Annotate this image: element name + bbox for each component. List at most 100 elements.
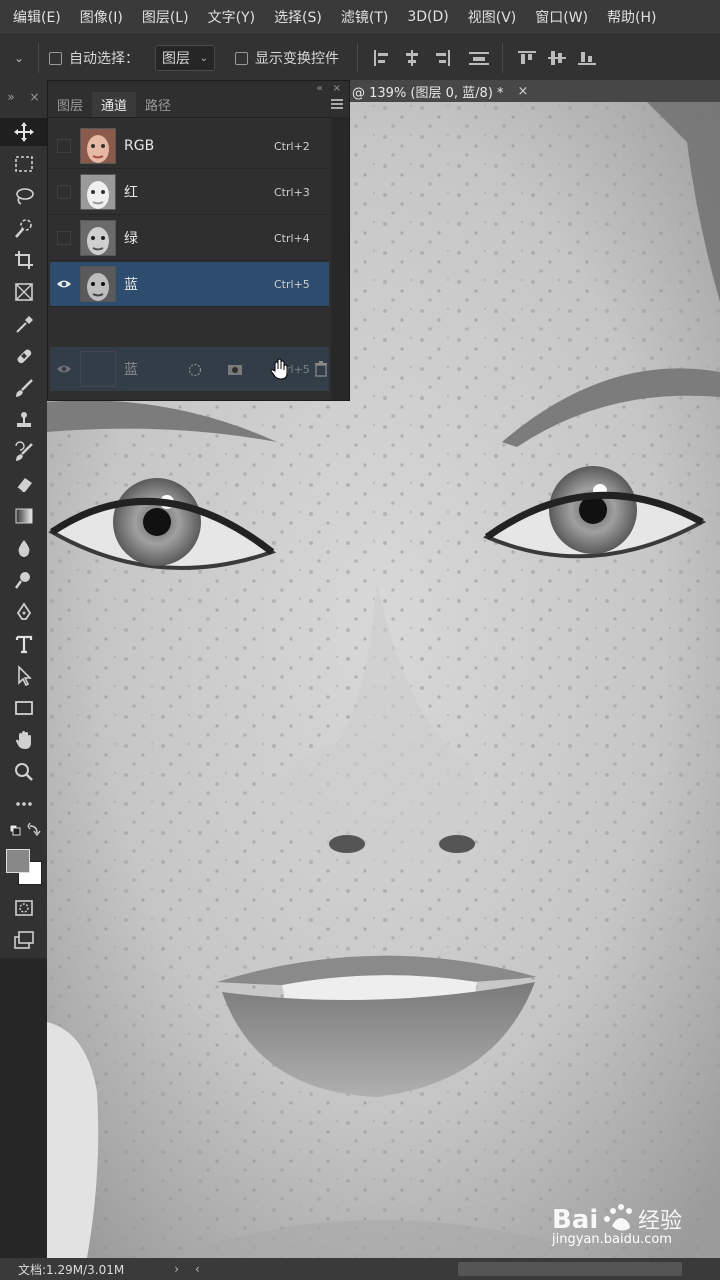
tool-preset-chevron-icon[interactable]: ⌄ [12, 51, 26, 65]
type-tool-icon[interactable] [0, 630, 47, 658]
channel-row-red[interactable]: 红 Ctrl+3 [50, 170, 329, 215]
hand-tool-icon[interactable] [0, 726, 47, 754]
pen-tool-icon[interactable] [0, 598, 47, 626]
menu-select[interactable]: 选择(S) [261, 7, 328, 27]
auto-select-target-value: 图层 [162, 51, 190, 67]
dodge-tool-icon[interactable] [0, 566, 47, 594]
menu-edit[interactable]: 编辑(E) [0, 7, 67, 27]
foreground-color-swatch[interactable] [6, 849, 30, 873]
brush-tool-icon[interactable] [0, 374, 47, 402]
document-tab[interactable]: @ 139% (图层 0, 蓝/8) * × [348, 80, 720, 102]
auto-select-target-dropdown[interactable]: 图层 ⌄ [155, 45, 215, 71]
channel-name: 绿 [124, 231, 138, 247]
svg-text:Bai: Bai [552, 1205, 598, 1235]
blur-tool-icon[interactable] [0, 534, 47, 562]
channel-name: 红 [124, 185, 138, 201]
eraser-tool-icon[interactable] [0, 470, 47, 498]
toolbar-header: » × [0, 80, 47, 114]
eye-icon [50, 364, 78, 374]
horizontal-scrollbar[interactable] [458, 1262, 682, 1276]
screen-mode-icon[interactable] [0, 926, 47, 954]
show-transform-checkbox[interactable] [235, 51, 248, 65]
swap-colors-icon[interactable] [0, 820, 47, 842]
collapse-panel-icon[interactable]: « [316, 83, 322, 94]
auto-select-label: 自动选择： [69, 51, 139, 67]
menu-3d[interactable]: 3D(D) [394, 9, 454, 25]
align-bottom-icon[interactable] [577, 49, 597, 67]
panel-menu-icon[interactable] [331, 98, 343, 113]
trash-icon[interactable] [314, 361, 328, 381]
channel-row-green[interactable]: 绿 Ctrl+4 [50, 216, 329, 261]
crop-tool-icon[interactable] [0, 246, 47, 274]
quick-selection-tool-icon[interactable] [0, 214, 47, 242]
watermark: Bai 经验 jingyan.baidu.com [552, 1196, 702, 1250]
path-selection-tool-icon[interactable] [0, 662, 47, 690]
options-bar: ⌄ 自动选择： 图层 ⌄ 显示变换控件 [0, 34, 720, 82]
scroll-left-icon[interactable]: ‹ [195, 1262, 200, 1276]
channel-thumbnail-green [80, 220, 116, 256]
healing-brush-tool-icon[interactable] [0, 342, 47, 370]
clone-stamp-tool-icon[interactable] [0, 406, 47, 434]
eyedropper-tool-icon[interactable] [0, 310, 47, 338]
document-info: 文档:1.29M/3.01M [18, 1262, 125, 1277]
align-top-icon[interactable] [517, 49, 537, 67]
zoom-tool-icon[interactable] [0, 758, 47, 786]
quick-mask-icon[interactable] [0, 894, 47, 922]
status-menu-arrow-icon[interactable]: › [174, 1262, 179, 1276]
panel-tabs: 图层 通道 路径 [48, 92, 349, 118]
visibility-toggle[interactable] [50, 139, 78, 153]
tab-layers[interactable]: 图层 [48, 95, 92, 117]
channel-shortcut: Ctrl+4 [274, 231, 310, 245]
gradient-tool-icon[interactable] [0, 502, 47, 530]
move-tool-icon[interactable] [0, 118, 47, 146]
close-document-icon[interactable]: × [518, 84, 529, 99]
eye-icon[interactable] [50, 279, 78, 289]
load-selection-icon[interactable] [188, 362, 202, 381]
divider [502, 43, 503, 73]
visibility-toggle[interactable] [50, 185, 78, 199]
watermark-url: jingyan.baidu.com [552, 1232, 672, 1247]
more-tools-icon[interactable] [0, 790, 47, 818]
divider [357, 43, 358, 73]
menu-type[interactable]: 文字(Y) [195, 7, 261, 27]
frame-tool-icon[interactable] [0, 278, 47, 306]
channel-row-blue[interactable]: 蓝 Ctrl+5 [50, 262, 329, 307]
chevron-down-icon: ⌄ [199, 52, 208, 64]
divider [38, 43, 39, 73]
channel-name: 蓝 [124, 277, 138, 293]
channel-row-rgb[interactable]: RGB Ctrl+2 [50, 124, 329, 169]
close-icon[interactable]: × [30, 90, 40, 104]
align-center-icon[interactable] [402, 49, 422, 67]
tab-paths[interactable]: 路径 [136, 95, 180, 117]
collapse-arrows-icon[interactable]: » [7, 90, 14, 104]
menu-help[interactable]: 帮助(H) [594, 7, 662, 27]
distribute-icon[interactable] [468, 49, 490, 67]
lasso-tool-icon[interactable] [0, 182, 47, 210]
channel-thumbnail-rgb [80, 128, 116, 164]
menu-filter[interactable]: 滤镜(T) [328, 7, 394, 27]
menu-window[interactable]: 窗口(W) [522, 7, 594, 27]
visibility-toggle[interactable] [50, 231, 78, 245]
tab-channels[interactable]: 通道 [92, 92, 137, 117]
foreground-background-colors[interactable] [5, 848, 43, 886]
auto-select-checkbox[interactable] [49, 51, 62, 65]
tools-panel: » × [0, 80, 48, 958]
menu-layer[interactable]: 图层(L) [129, 7, 195, 27]
menu-image[interactable]: 图像(I) [67, 7, 129, 27]
panel-scrollbar[interactable] [331, 117, 349, 400]
close-panel-icon[interactable]: × [333, 83, 341, 94]
rectangle-tool-icon[interactable] [0, 694, 47, 722]
marquee-tool-icon[interactable] [0, 150, 47, 178]
align-right-icon[interactable] [432, 49, 452, 67]
channel-thumbnail [80, 351, 116, 387]
channel-shortcut: Ctrl+5 [274, 277, 310, 291]
align-middle-icon[interactable] [547, 49, 567, 67]
save-selection-icon[interactable] [227, 362, 243, 381]
history-brush-tool-icon[interactable] [0, 438, 47, 466]
align-left-icon[interactable] [372, 49, 392, 67]
channels-panel: « × 图层 通道 路径 RGB Ctrl+2 红 Ctrl+3 绿 Ctrl+… [47, 80, 350, 401]
channel-thumbnail-blue [80, 266, 116, 302]
menu-view[interactable]: 视图(V) [455, 7, 523, 27]
channel-name: RGB [124, 138, 155, 154]
show-transform-label: 显示变换控件 [255, 51, 339, 67]
